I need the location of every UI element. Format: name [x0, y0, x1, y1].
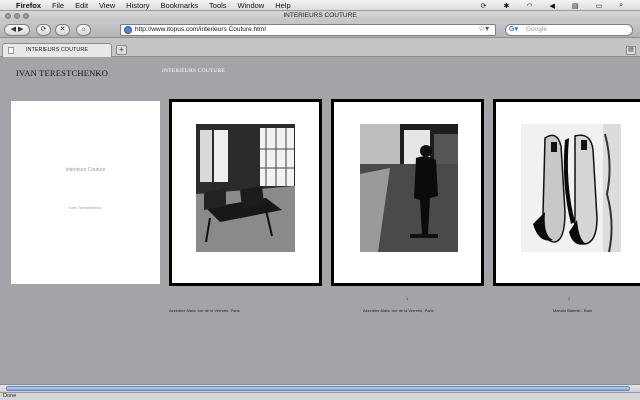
- back-arrow-icon[interactable]: ◀: [11, 26, 16, 33]
- zoom-window-button[interactable]: [23, 13, 29, 19]
- cover-title: Interieurs Couture: [65, 167, 106, 173]
- page-content: IVAN TERESTCHENKO INTERIEURS COUTURE Int…: [0, 58, 640, 384]
- tab-label[interactable]: INTERIEURS COUTURE: [26, 47, 88, 53]
- photo-frame-3[interactable]: [493, 99, 640, 286]
- menu-edit[interactable]: Edit: [75, 1, 88, 10]
- google-search-engine-icon[interactable]: G▾: [509, 25, 518, 35]
- menu-extras: ⟳ ✱ ◠ ◀ ▤ ▭ ⌕: [481, 0, 634, 11]
- photo-3-caption: Manolo Blahnik - Bath: [553, 308, 593, 313]
- menu-bookmarks[interactable]: Bookmarks: [161, 1, 199, 10]
- menu-tools[interactable]: Tools: [209, 1, 227, 10]
- minimize-window-button[interactable]: [14, 13, 20, 19]
- address-text[interactable]: http://www.itopus.com/interieurs Couture…: [135, 26, 266, 33]
- cover-subtitle: Ivan Terestchenko: [69, 205, 102, 210]
- search-placeholder[interactable]: Google: [526, 26, 547, 33]
- menu-view[interactable]: View: [99, 1, 115, 10]
- page-icon: [8, 47, 14, 54]
- flag-icon[interactable]: ▤: [572, 2, 579, 10]
- menu-help[interactable]: Help: [275, 1, 290, 10]
- scrollbar-thumb[interactable]: [6, 386, 630, 391]
- photo-3-number: 2: [568, 296, 571, 301]
- window-titlebar: INTERIEURS COUTURE: [0, 11, 640, 21]
- wifi-icon[interactable]: ◠: [526, 2, 532, 10]
- photo-alaia-interior-2: [360, 124, 458, 252]
- tab-interieurs-couture[interactable]: INTERIEURS COUTURE: [2, 43, 112, 57]
- site-title[interactable]: INTERIEURS COUTURE: [162, 68, 225, 74]
- horizontal-scrollbar[interactable]: [0, 384, 640, 392]
- forward-arrow-icon[interactable]: ▶: [18, 26, 23, 33]
- photo-1-caption: Azzedine Alaïa, rue de la Verrerie, Pari…: [169, 308, 240, 313]
- sync-icon[interactable]: ⟳: [481, 2, 487, 10]
- navigation-toolbar: ◀ ▶ ⟳ ✕ ⌂ http://www.itopus.com/interieu…: [0, 21, 640, 38]
- site-identity-icon[interactable]: [124, 26, 132, 34]
- reload-button[interactable]: ⟳: [36, 24, 51, 36]
- reload-icon: ⟳: [40, 26, 47, 33]
- menu-history[interactable]: History: [126, 1, 149, 10]
- new-tab-button[interactable]: +: [116, 45, 127, 55]
- close-window-button[interactable]: [5, 13, 11, 19]
- photo-manolo-blahnik-shoes: [521, 124, 621, 252]
- home-icon: ⌂: [81, 26, 86, 33]
- back-forward-button[interactable]: ◀ ▶: [4, 24, 30, 36]
- search-bar[interactable]: G▾ Google: [505, 24, 633, 36]
- address-bar[interactable]: http://www.itopus.com/interieurs Couture…: [120, 24, 496, 36]
- photo-2-number: 1: [406, 296, 409, 301]
- bookmark-star-icon[interactable]: ☆▾: [478, 24, 489, 33]
- window-controls: [5, 13, 29, 19]
- photo-alaia-interior-1-drawing: [196, 124, 295, 252]
- cover-page[interactable]: Interieurs Couture Ivan Terestchenko: [11, 101, 160, 284]
- menu-firefox[interactable]: Firefox: [16, 1, 41, 10]
- photo-2-caption: Azzedine Alaïa, rue de la Verrerie, Pari…: [363, 308, 434, 313]
- window-title: INTERIEURS COUTURE: [283, 12, 357, 19]
- volume-icon[interactable]: ◀: [549, 2, 554, 10]
- menu-file[interactable]: File: [52, 1, 64, 10]
- photo-alaia-interior-1: [196, 124, 295, 252]
- spotlight-icon[interactable]: ⌕: [619, 2, 623, 10]
- photo-manolo-blahnik-shoes-drawing: [521, 124, 621, 252]
- menu-window[interactable]: Window: [238, 1, 265, 10]
- tab-strip: INTERIEURS COUTURE + ▤: [0, 38, 640, 57]
- photo-frame-1[interactable]: [169, 99, 322, 286]
- photo-alaia-interior-2-drawing: [360, 124, 458, 252]
- stop-button[interactable]: ✕: [55, 24, 70, 36]
- status-bar: Done: [0, 392, 640, 400]
- menu-bar: Firefox File Edit View History Bookmarks…: [0, 0, 640, 11]
- stop-icon: ✕: [59, 26, 66, 33]
- author-name[interactable]: IVAN TERESTCHENKO: [16, 68, 108, 78]
- photo-frame-2[interactable]: [331, 99, 484, 286]
- home-button[interactable]: ⌂: [76, 24, 91, 36]
- battery-icon[interactable]: ▭: [595, 2, 602, 10]
- status-text: Done: [3, 393, 17, 399]
- list-all-tabs-button[interactable]: ▤: [626, 46, 636, 55]
- bluetooth-icon[interactable]: ✱: [503, 2, 509, 10]
